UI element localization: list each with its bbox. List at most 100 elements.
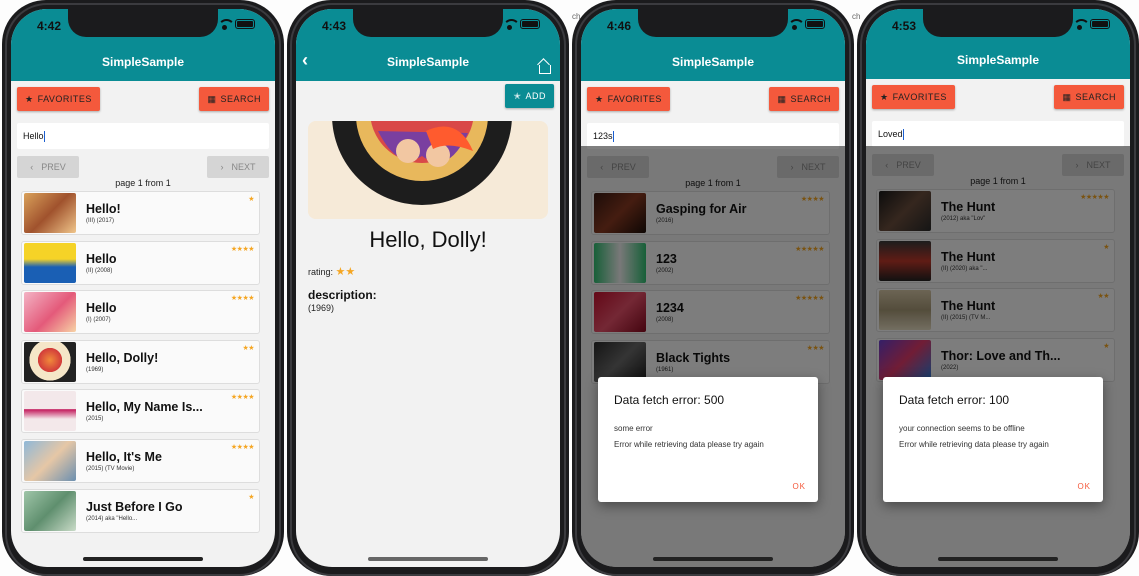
rating-stars: ★★★★ — [230, 394, 255, 402]
search-button[interactable]: ▦ SEARCH — [1054, 85, 1124, 109]
search-label: SEARCH — [1075, 92, 1116, 102]
favorites-label: FAVORITES — [607, 94, 662, 104]
item-title: Hello, Dolly! — [86, 350, 159, 365]
notch — [638, 9, 788, 37]
phone-error-500: 4:46 ···· SimpleSample ★ FAVORITES ▦ SEA… — [572, 0, 854, 576]
rating-stars: ★ — [248, 493, 254, 501]
battery-icon — [520, 19, 540, 29]
favorites-button[interactable]: ★ FAVORITES — [872, 85, 955, 109]
phone-error-100: 4:53 ···· SimpleSample ★ FAVORITES ▦ SEA… — [857, 0, 1139, 576]
list-item[interactable]: Hello! (III) (2017) ★ — [21, 191, 260, 235]
wifi-icon — [788, 19, 805, 30]
movie-icon: ▦ — [1062, 91, 1072, 102]
battery-icon — [1090, 19, 1110, 29]
item-subtitle: (I) (2007) — [86, 317, 111, 324]
item-title: Hello, It's Me — [86, 449, 162, 464]
poster-thumbnail — [24, 490, 76, 531]
modal-overlay[interactable]: Data fetch error: 100 your connection se… — [866, 146, 1130, 567]
item-title: Hello — [86, 251, 117, 266]
error-dialog: Data fetch error: 500 some error Error w… — [598, 377, 818, 502]
item-title: Just Before I Go — [86, 499, 183, 514]
list-item[interactable]: Hello (I) (2007) ★★★★ — [21, 290, 260, 335]
movie-icon: ▦ — [777, 93, 787, 104]
rating-stars: ★★ — [335, 266, 356, 278]
search-input[interactable]: Loved — [872, 121, 1124, 147]
dialog-line-2: Error while retrieving data please try a… — [614, 440, 764, 449]
search-input[interactable]: Hello — [17, 123, 269, 149]
list-item[interactable]: Hello, Dolly! (1969) ★★ — [21, 339, 260, 384]
item-subtitle: (2014) aka "Hello... — [86, 515, 138, 522]
app-title: SimpleSample — [101, 55, 185, 69]
star-icon: ★ — [880, 91, 889, 102]
ok-button[interactable]: OK — [1077, 482, 1091, 491]
list-item[interactable]: Just Before I Go (2014) aka "Hello... ★ — [21, 488, 260, 533]
wifi-icon — [218, 19, 235, 30]
status-time: 4:46 — [607, 19, 632, 33]
item-title: Hello — [86, 301, 117, 316]
favorites-label: FAVORITES — [892, 92, 947, 102]
phone-screen: 4:46 ···· SimpleSample ★ FAVORITES ▦ SEA… — [581, 9, 845, 567]
status-time: 4:43 — [322, 19, 347, 33]
poster-thumbnail — [24, 341, 76, 382]
item-subtitle: (2015) — [86, 416, 104, 423]
movie-title: Hello, Dolly! — [369, 227, 487, 252]
search-label: SEARCH — [790, 94, 831, 104]
modal-overlay[interactable]: Data fetch error: 500 some error Error w… — [581, 146, 845, 567]
search-input-value: Loved — [878, 129, 903, 139]
favorites-button[interactable]: ★ FAVORITES — [17, 87, 100, 111]
poster-art — [308, 121, 536, 219]
rating-row: rating: ★★ — [308, 265, 560, 278]
list-item[interactable]: Hello (II) (2008) ★★★★ — [21, 240, 260, 285]
home-indicator[interactable] — [368, 557, 488, 561]
dialog-line-1: some error — [614, 424, 653, 433]
description-value: (1969) — [308, 303, 335, 313]
search-label: SEARCH — [220, 94, 261, 104]
star-icon: ★ — [595, 93, 604, 104]
movie-poster — [308, 121, 548, 219]
prev-button[interactable]: ‹ PREV — [17, 156, 79, 178]
phone-screen: 4:42 ···· SimpleSample ★ FAVORITES ▦ SEA… — [11, 9, 275, 567]
favorites-button[interactable]: ★ FAVORITES — [587, 87, 670, 111]
action-row: ✭ ADD — [296, 81, 560, 109]
add-favorite-button[interactable]: ✭ ADD — [505, 84, 554, 108]
list-item[interactable]: Hello, It's Me (2015) (TV Movie) ★★★★ — [21, 438, 260, 483]
dialog-title: Data fetch error: 500 — [614, 393, 725, 407]
home-indicator[interactable] — [83, 557, 203, 561]
home-indicator[interactable] — [938, 557, 1058, 561]
poster-thumbnail — [24, 292, 76, 333]
search-input-value: 123s — [593, 131, 613, 141]
ok-button[interactable]: OK — [792, 482, 806, 491]
notch — [353, 9, 503, 37]
home-icon[interactable] — [538, 61, 551, 74]
text-caret — [902, 129, 904, 141]
item-subtitle: (II) (2008) — [86, 267, 113, 274]
search-button[interactable]: ▦ SEARCH — [199, 87, 269, 111]
next-button[interactable]: › NEXT — [207, 156, 269, 178]
dialog-line-2: Error while retrieving data please try a… — [899, 440, 1049, 449]
item-subtitle: (2015) (TV Movie) — [86, 465, 135, 472]
action-row: ★ FAVORITES ▦ SEARCH — [11, 81, 275, 117]
wifi-icon — [1073, 19, 1090, 30]
rating-stars: ★ — [248, 196, 254, 203]
text-caret — [43, 131, 45, 143]
phone-movie-detail: 4:43 ···· ‹ SimpleSample ✭ ADD — [287, 0, 569, 576]
battery-icon — [805, 19, 825, 29]
screenshot-composite: 4:42 ···· SimpleSample ★ FAVORITES ▦ SEA… — [0, 0, 1139, 576]
battery-icon — [235, 19, 255, 29]
poster-thumbnail — [24, 193, 76, 233]
star-icon: ★ — [25, 93, 34, 104]
next-label: NEXT — [231, 162, 256, 172]
app-title: SimpleSample — [671, 55, 755, 69]
status-time: 4:53 — [892, 19, 917, 33]
search-input-value: Hello — [23, 131, 44, 141]
home-indicator[interactable] — [653, 557, 773, 561]
search-button[interactable]: ▦ SEARCH — [769, 87, 839, 111]
phone-search-results: 4:42 ···· SimpleSample ★ FAVORITES ▦ SEA… — [2, 0, 284, 576]
item-subtitle: (III) (2017) — [86, 218, 115, 224]
app-title: SimpleSample — [386, 55, 470, 69]
app-title: SimpleSample — [956, 53, 1040, 67]
text-caret — [612, 131, 614, 143]
list-item[interactable]: Hello, My Name Is... (2015) ★★★★ — [21, 389, 260, 434]
action-row: ★ FAVORITES ▦ SEARCH — [866, 79, 1130, 115]
chevron-left-icon: ‹ — [30, 162, 34, 172]
